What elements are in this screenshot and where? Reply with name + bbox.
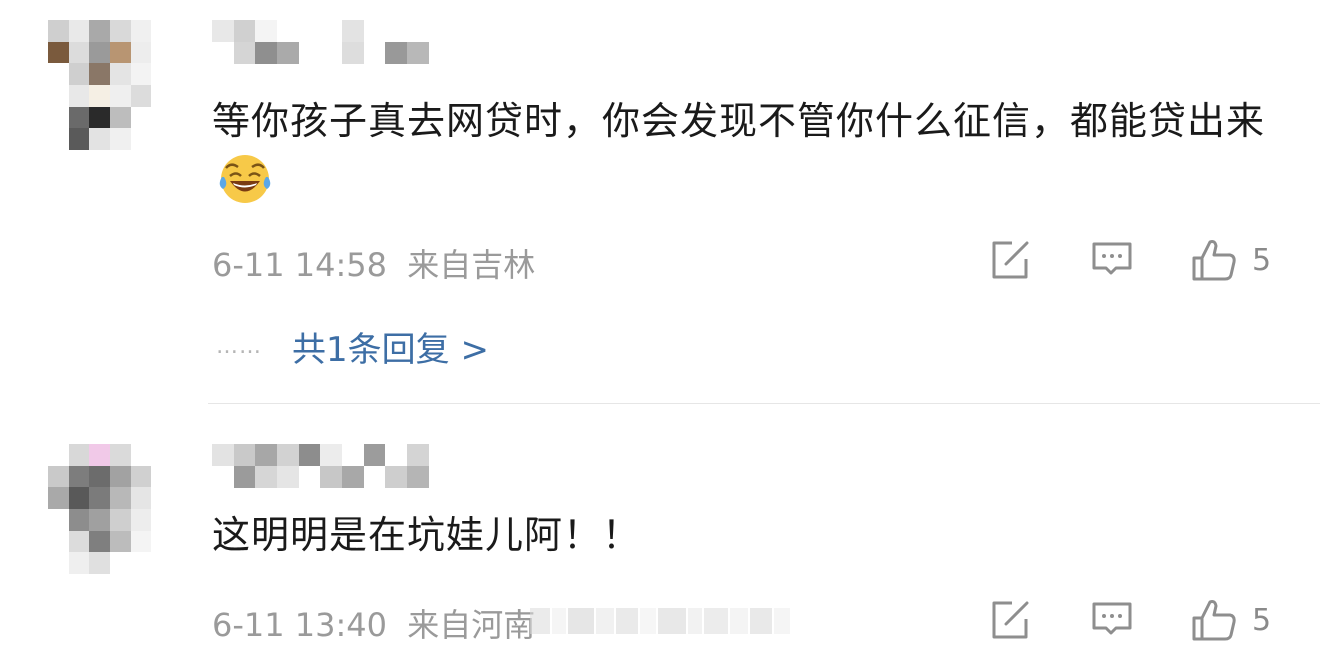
share-icon (992, 241, 1029, 279)
like-count: 5 (1252, 602, 1272, 638)
blurred-watermark (530, 604, 800, 638)
comment-icon (1092, 242, 1132, 275)
share-icon (992, 601, 1029, 639)
comment-meta: 6-11 14:58 来自吉林 (212, 240, 535, 286)
share-button[interactable] (988, 236, 1032, 284)
comment-location: 来自吉林 (407, 246, 536, 284)
replies-dots: …… (216, 333, 262, 359)
reply-button[interactable] (1090, 236, 1134, 284)
comment-text-content: 等你孩子真去网贷时，你会发现不管你什么征信，都能贷出来 (212, 99, 1266, 143)
comment-meta: 6-11 13:40 来自河南 (212, 600, 535, 646)
like-button[interactable]: 5 (1190, 236, 1271, 284)
comment-actions: 5 (988, 236, 1288, 284)
share-button[interactable] (988, 596, 1032, 644)
avatar[interactable] (48, 444, 172, 574)
comment-date: 6-11 14:58 (212, 246, 388, 284)
like-button[interactable]: 5 (1190, 596, 1271, 644)
like-icon (1192, 600, 1236, 641)
comment-icon (1092, 602, 1132, 635)
comment-item: 等你孩子真去网贷时，你会发现不管你什么征信，都能贷出来 6-11 14:58 来… (0, 0, 1320, 404)
replies-row: …… 共1条回复 > (216, 322, 489, 371)
comment-text: 这明明是在坑娃儿阿！！ (212, 513, 642, 557)
username[interactable] (212, 20, 472, 64)
like-count: 5 (1252, 242, 1272, 278)
comment-date: 6-11 13:40 (212, 606, 388, 644)
comment-text: 等你孩子真去网贷时，你会发现不管你什么征信，都能贷出来 (212, 90, 1272, 214)
comment-location: 来自河南 (407, 606, 536, 644)
comment-actions: 5 (988, 596, 1288, 644)
view-replies-link[interactable]: 共1条回复 > (292, 322, 489, 371)
reply-button[interactable] (1090, 596, 1134, 644)
like-icon (1192, 240, 1236, 281)
username[interactable] (212, 444, 472, 488)
avatar[interactable] (48, 20, 172, 150)
tears-of-joy-emoji-icon (219, 155, 271, 203)
